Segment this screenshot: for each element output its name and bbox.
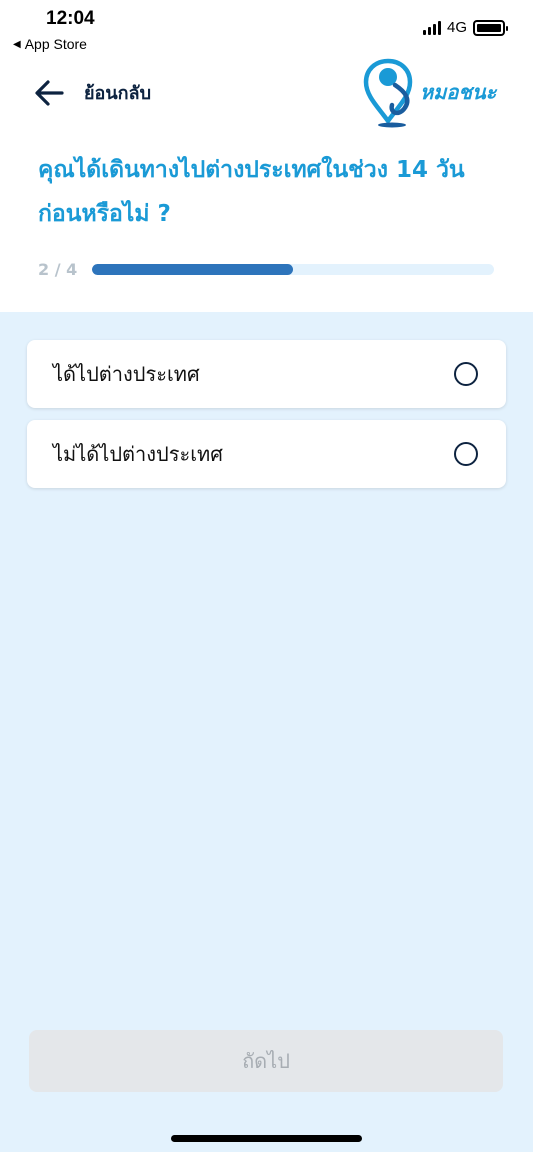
back-button[interactable]: ย้อนกลับ [34, 78, 151, 107]
progress-bar [92, 264, 494, 275]
option-label: ได้ไปต่างประเทศ [53, 362, 200, 386]
option-not-traveled-abroad[interactable]: ไม่ได้ไปต่างประเทศ [27, 420, 506, 488]
back-label: ย้อนกลับ [84, 83, 152, 104]
radio-button-icon[interactable] [454, 442, 478, 466]
back-to-app-label: App Store [24, 36, 87, 52]
progress-step-label: 2 / 4 [38, 260, 78, 279]
back-to-app-link[interactable]: ◀ App Store [13, 36, 87, 52]
logo-text: หมอชนะ [420, 80, 497, 104]
location-pin-logo-icon [363, 58, 413, 128]
status-time: 12:04 [46, 8, 95, 29]
back-triangle-icon: ◀ [13, 38, 21, 50]
option-label: ไม่ได้ไปต่างประเทศ [53, 442, 223, 466]
network-type: 4G [446, 19, 467, 36]
home-indicator[interactable] [171, 1135, 362, 1142]
next-button[interactable]: ถัดไป [29, 1030, 503, 1092]
radio-button-icon[interactable] [454, 362, 478, 386]
status-indicators: 4G [422, 19, 508, 36]
app-logo: หมอชนะ [362, 55, 496, 129]
arrow-left-icon [35, 79, 64, 106]
progress-bar-fill [92, 264, 293, 275]
option-traveled-abroad[interactable]: ได้ไปต่างประเทศ [27, 340, 506, 408]
signal-icon [422, 20, 441, 35]
question-title: คุณได้เดินทางไปต่างประเทศในช่วง 14 วันก่… [38, 157, 465, 227]
battery-icon [473, 19, 508, 36]
